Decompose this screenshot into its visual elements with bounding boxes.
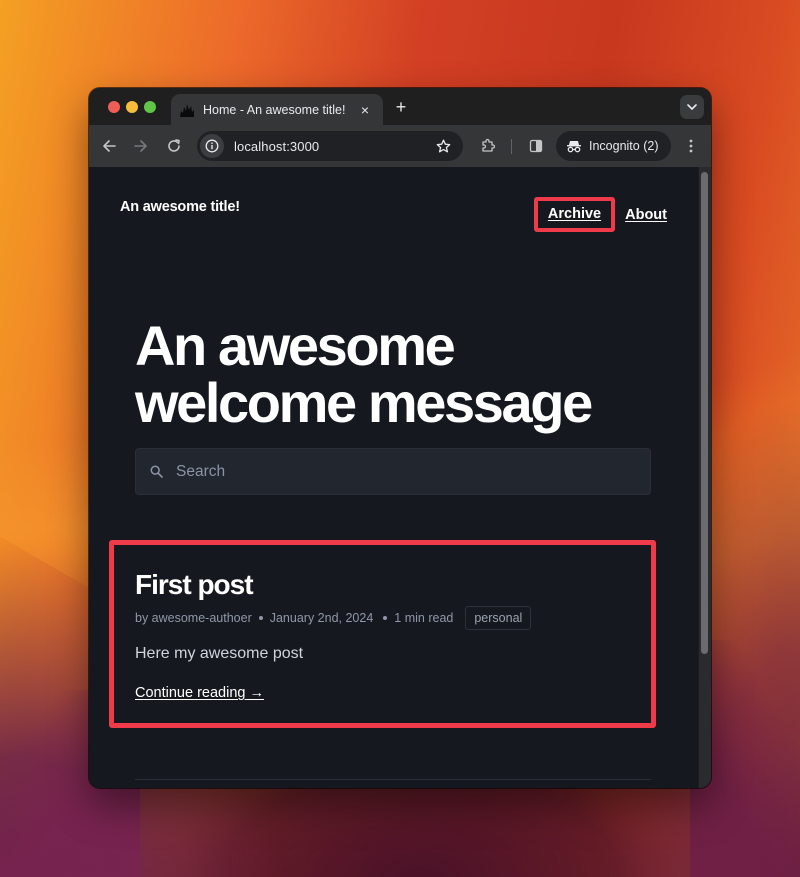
meta-separator: [258, 616, 263, 620]
browser-window: Home - An awesome title! × + localhost:3…: [89, 88, 711, 788]
tab-title: Home - An awesome title!: [203, 102, 346, 117]
tab-strip: Home - An awesome title! × +: [89, 88, 711, 125]
more-vertical-icon: [689, 139, 693, 153]
address-bar[interactable]: localhost:3000: [197, 131, 463, 161]
forward-button[interactable]: [129, 134, 153, 158]
post-read-time: 1 min read: [394, 611, 454, 625]
side-panel-icon: [529, 139, 543, 153]
reload-icon: [168, 139, 180, 152]
hero-line-2: welcome message: [135, 371, 593, 434]
nav-link-about[interactable]: About: [625, 207, 667, 223]
search-box[interactable]: [135, 448, 651, 495]
site-title[interactable]: An awesome title!: [120, 199, 240, 215]
minimize-window-button[interactable]: [126, 101, 138, 113]
reload-button[interactable]: [162, 134, 186, 158]
search-icon: [150, 465, 164, 479]
url-text[interactable]: localhost:3000: [234, 139, 431, 154]
site-nav: Archive About: [533, 197, 667, 232]
side-panel-button[interactable]: [524, 134, 548, 158]
incognito-label: Incognito (2): [589, 139, 659, 153]
new-tab-button[interactable]: +: [391, 96, 411, 118]
flame-icon: [179, 102, 195, 118]
toolbar-divider: [511, 139, 512, 154]
browser-menu-button[interactable]: [679, 134, 703, 158]
meta-separator: [383, 616, 388, 620]
hero-heading: An awesome welcome message: [135, 317, 655, 431]
post-tag[interactable]: personal: [465, 606, 532, 630]
back-button[interactable]: [97, 134, 121, 158]
scrollbar-track[interactable]: [698, 167, 711, 788]
nav-link-archive[interactable]: Archive: [548, 206, 601, 222]
arrow-left-icon: [103, 140, 116, 152]
tab-close-button[interactable]: ×: [357, 102, 373, 118]
search-input[interactable]: [176, 449, 650, 494]
browser-toolbar: localhost:3000 Incognito (2): [89, 125, 711, 167]
hero-line-1: An awesome: [135, 314, 456, 377]
post-card: First post by awesome-authoer January 2n…: [109, 540, 656, 728]
info-icon[interactable]: [200, 134, 224, 158]
post-meta: by awesome-authoer January 2nd, 2024 1 m…: [135, 606, 532, 630]
extensions-button[interactable]: [476, 134, 500, 158]
post-divider: [135, 779, 651, 780]
post-date: January 2nd, 2024: [269, 611, 374, 625]
post-excerpt: Here my awesome post: [135, 645, 304, 662]
post-author: by awesome-authoer: [135, 611, 252, 625]
archive-highlight-box: Archive: [533, 197, 616, 232]
zoom-window-button[interactable]: [144, 101, 156, 113]
continue-reading-link[interactable]: Continue reading →: [135, 685, 264, 701]
scrollbar-thumb[interactable]: [701, 172, 708, 654]
browser-tab-active[interactable]: Home - An awesome title! ×: [171, 94, 383, 125]
puzzle-icon: [482, 138, 496, 152]
chevron-down-icon: [687, 104, 697, 110]
page-viewport: An awesome title! Archive About An aweso…: [89, 167, 711, 788]
tab-search-button[interactable]: [680, 95, 704, 119]
arrow-right-icon: [134, 140, 147, 152]
incognito-icon: [567, 141, 581, 153]
post-title[interactable]: First post: [135, 569, 254, 601]
incognito-button[interactable]: Incognito (2): [556, 131, 671, 161]
star-icon[interactable]: [431, 134, 455, 158]
close-window-button[interactable]: [108, 101, 120, 113]
